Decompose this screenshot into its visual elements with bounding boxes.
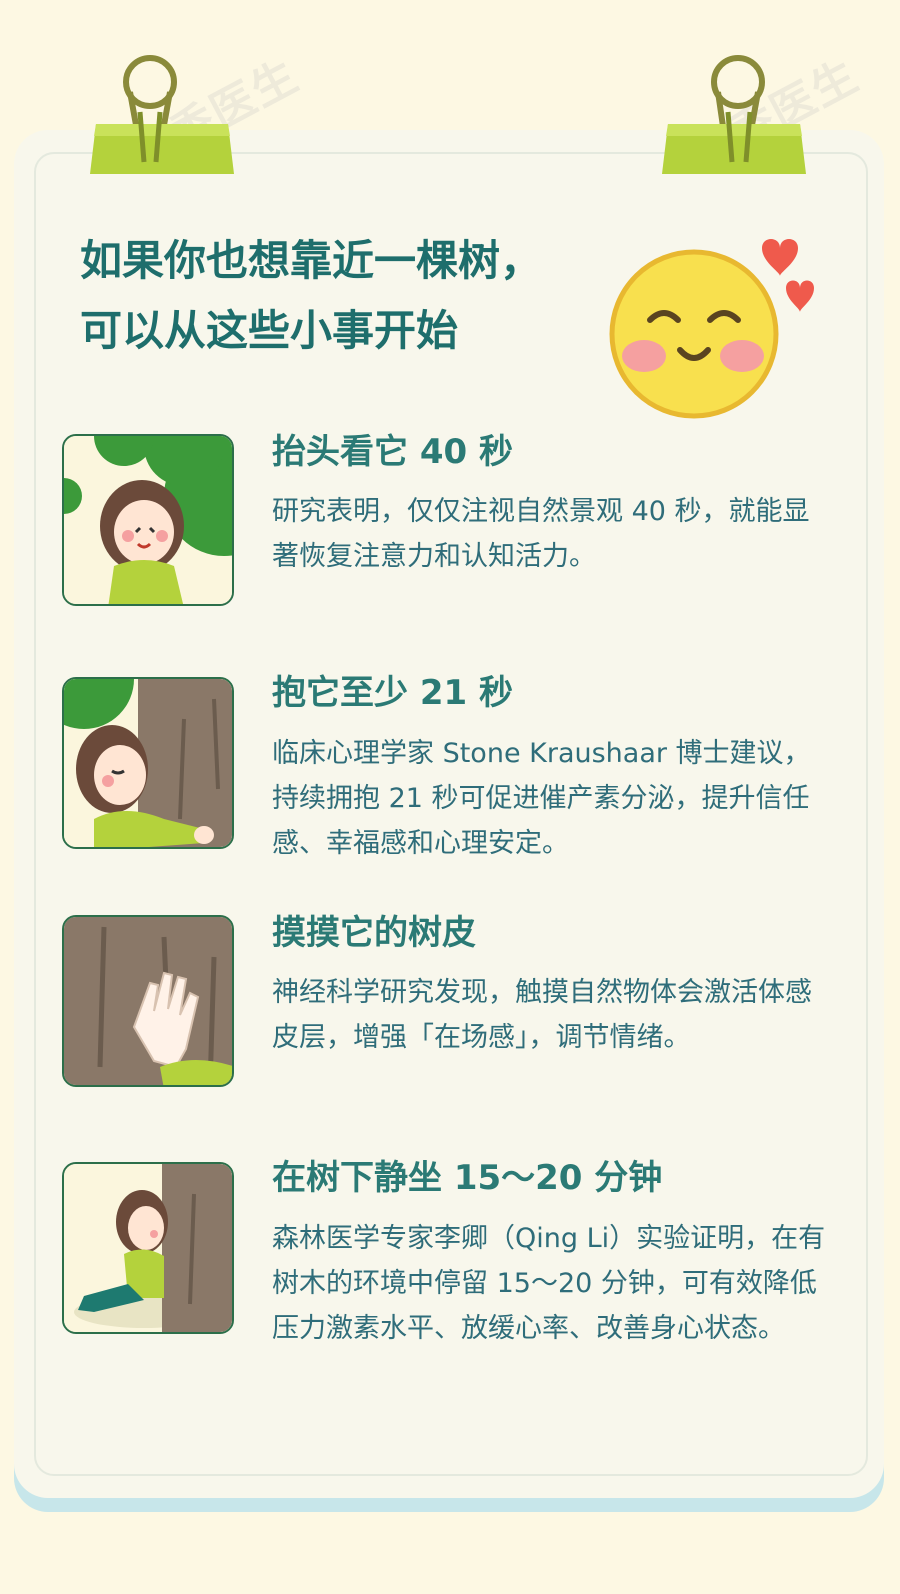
page-title: 如果你也想靠近一棵树， 可以从这些小事开始 (80, 226, 640, 366)
item-description: 神经科学研究发现，触摸自然物体会激活体感皮层，增强「在场感」，调节情绪。 (272, 977, 812, 1053)
item-description: 森林医学专家李卿（Qing Li）实验证明，在有树木的环境中停留 15～20 分… (272, 1223, 826, 1344)
heart-icon (786, 280, 814, 312)
item-description: 研究表明，仅仅注视自然景观 40 秒，就能显著恢复注意力和认知活力。 (272, 496, 810, 572)
item-title: 在树下静坐 15～20 分钟 (272, 1158, 663, 1198)
illustration-hug-tree (62, 677, 234, 849)
item-title: 摸摸它的树皮 (272, 913, 476, 953)
binder-clip-icon (88, 52, 238, 186)
illustration-sit-under-tree (62, 1162, 234, 1334)
item-title: 抬头看它 40 秒 (272, 432, 513, 472)
heart-icon (762, 239, 798, 276)
illustration-touch-bark (62, 915, 234, 1087)
item-title: 抱它至少 21 秒 (272, 673, 513, 713)
title-line-2: 可以从这些小事开始 (80, 306, 459, 355)
binder-clip-icon (660, 52, 810, 186)
illustration-look-up-tree (62, 434, 234, 606)
smiling-face-icon (602, 228, 832, 432)
title-line-1: 如果你也想靠近一棵树， (80, 236, 543, 285)
item-description: 临床心理学家 Stone Kraushaar 博士建议，持续拥抱 21 秒可促进… (272, 738, 811, 859)
